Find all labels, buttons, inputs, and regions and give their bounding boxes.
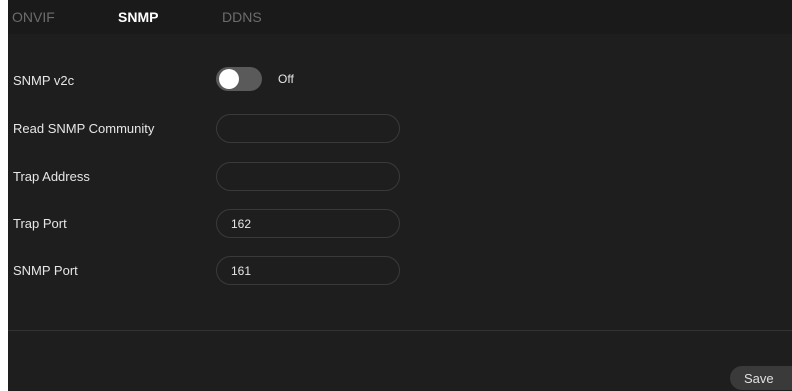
read-community-input[interactable] xyxy=(216,114,400,143)
snmp-settings-panel: ONVIF SNMP DDNS SNMP v2c Off Read SNMP C… xyxy=(8,0,792,391)
save-button[interactable]: Save xyxy=(730,366,792,390)
snmp-v2c-toggle[interactable] xyxy=(216,67,262,91)
footer-divider xyxy=(8,330,792,331)
trap-port-label: Trap Port xyxy=(13,216,67,231)
tab-ddns[interactable]: DDNS xyxy=(222,9,262,25)
read-community-label: Read SNMP Community xyxy=(13,121,155,136)
tab-bar: ONVIF SNMP DDNS xyxy=(8,0,792,34)
snmp-port-label: SNMP Port xyxy=(13,263,78,278)
tab-onvif[interactable]: ONVIF xyxy=(12,9,55,25)
snmp-v2c-state: Off xyxy=(278,72,294,86)
tab-snmp[interactable]: SNMP xyxy=(118,9,158,25)
snmp-v2c-label: SNMP v2c xyxy=(13,73,75,88)
toggle-knob xyxy=(219,69,239,89)
trap-address-label: Trap Address xyxy=(13,169,90,184)
snmp-port-input[interactable] xyxy=(216,256,400,285)
trap-address-input[interactable] xyxy=(216,162,400,191)
trap-port-input[interactable] xyxy=(216,209,400,238)
